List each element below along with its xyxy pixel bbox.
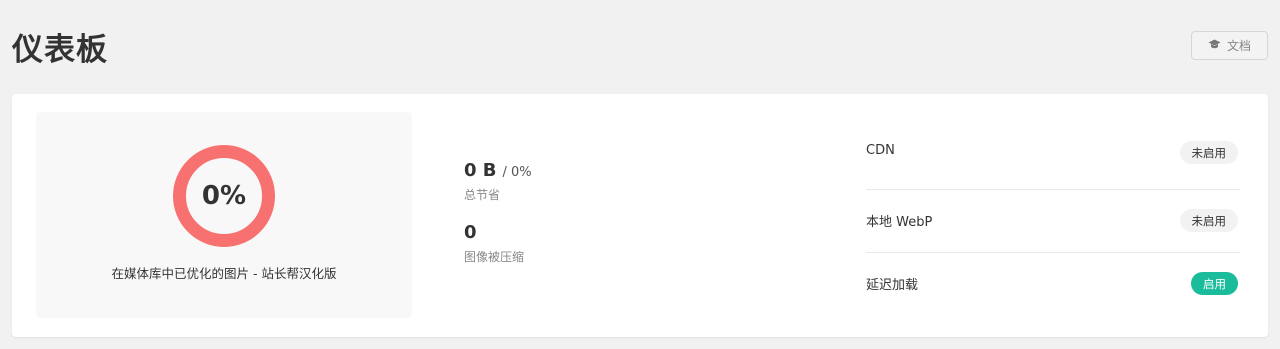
savings-label: 总节省	[464, 188, 501, 202]
docs-button-label: 文档	[1226, 39, 1251, 53]
optimization-percent: 0%	[201, 181, 247, 211]
feature-row-webp: 本地 WebP 未启用	[866, 189, 1240, 252]
optimization-caption: 在媒体库中已优化的图片 - 站长帮汉化版	[111, 266, 337, 281]
status-badge-lazy-load[interactable]: 启用	[1191, 272, 1238, 295]
savings-value: 0 B	[464, 160, 497, 181]
graduation-cap-icon	[1208, 39, 1221, 53]
images-compressed-value: 0	[464, 222, 477, 243]
feature-status-list: CDN 未启用 本地 WebP 未启用 延迟加载 启用	[866, 126, 1240, 315]
feature-name-webp: 本地 WebP	[866, 215, 933, 230]
feature-row-cdn: CDN 未启用	[866, 126, 1240, 189]
optimization-summary: 0% 在媒体库中已优化的图片 - 站长帮汉化版	[36, 112, 412, 318]
feature-row-lazy-load: 延迟加载 启用	[866, 252, 1240, 315]
page-title: 仪表板	[12, 32, 108, 68]
dashboard-card: 0% 在媒体库中已优化的图片 - 站长帮汉化版 0 B / 0% 总节省 0 图…	[12, 94, 1268, 337]
docs-button[interactable]: 文档	[1191, 31, 1268, 60]
status-badge-cdn[interactable]: 未启用	[1179, 141, 1238, 164]
images-compressed-stat: 0 图像被压缩	[464, 222, 524, 265]
total-savings-stat: 0 B / 0% 总节省	[464, 160, 532, 203]
feature-name-lazy-load: 延迟加载	[866, 278, 919, 293]
images-compressed-label: 图像被压缩	[464, 250, 525, 264]
savings-percent: / 0%	[502, 165, 532, 180]
status-badge-webp[interactable]: 未启用	[1179, 209, 1238, 232]
feature-name-cdn: CDN	[866, 143, 895, 158]
